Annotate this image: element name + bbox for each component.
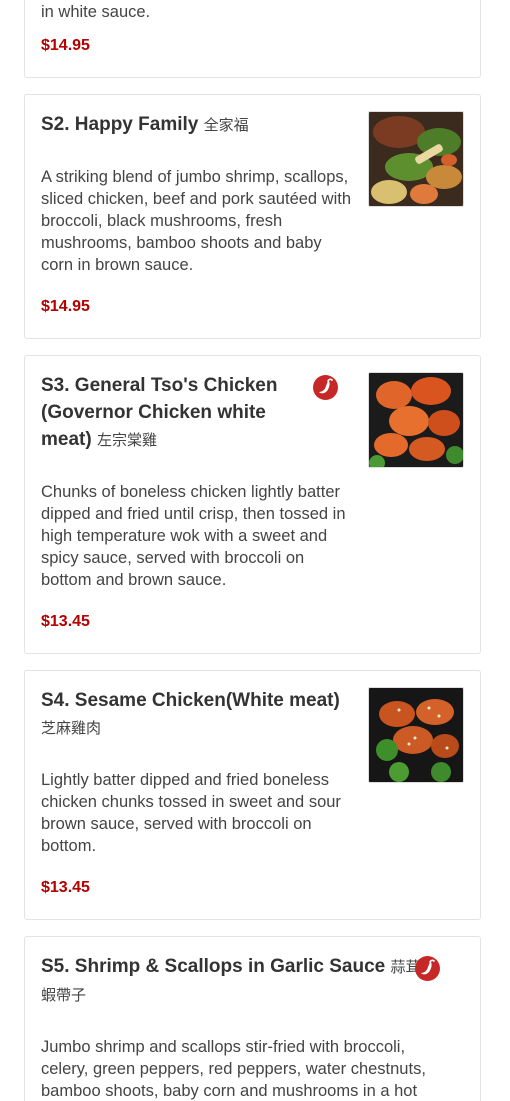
menu-item-price: $14.95 xyxy=(41,298,90,315)
menu-item-description: Chunks of boneless chicken lightly batte… xyxy=(41,483,346,589)
menu-item-card[interactable]: S2. Happy Family 全家福 A striking blend of… xyxy=(24,94,481,339)
menu-item-title: S3. General Tso's Chicken (Governor Chic… xyxy=(41,372,303,454)
menu-item-description: Jumbo shrimp and scallops stir-fried wit… xyxy=(41,1038,426,1100)
menu-item-title: S2. Happy Family 全家福 xyxy=(41,111,303,139)
menu-item-description: Lightly batter dipped and fried boneless… xyxy=(41,771,341,855)
menu-item-chinese-name: 全家福 xyxy=(203,117,249,134)
menu-item-title: S4. Sesame Chicken(White meat) 芝麻雞肉 xyxy=(41,687,341,742)
menu-item-title: S5. Shrimp & Scallops in Garlic Sauce 蒜茸… xyxy=(41,953,421,1009)
menu-item-description: A striking blend of jumbo shrimp, scallo… xyxy=(41,168,352,274)
menu-item-description: in white sauce. xyxy=(41,3,151,21)
menu-item-card[interactable]: S5. Shrimp & Scallops in Garlic Sauce 蒜茸… xyxy=(24,936,481,1101)
menu-item-photo[interactable] xyxy=(368,687,464,783)
menu-item-price: $13.45 xyxy=(41,613,90,630)
menu-item-name: S5. Shrimp & Scallops in Garlic Sauce xyxy=(41,956,386,977)
menu-item-photo[interactable] xyxy=(368,111,464,207)
menu-item-name: S4. Sesame Chicken(White meat) xyxy=(41,690,340,711)
menu-item-name: S3. General Tso's Chicken (Governor Chic… xyxy=(41,375,278,450)
menu-item-chinese-name: 左宗棠雞 xyxy=(96,432,157,449)
menu-list: in white sauce. $14.95 S2. Happy Family … xyxy=(24,0,481,1101)
menu-item-card[interactable]: S4. Sesame Chicken(White meat) 芝麻雞肉 Ligh… xyxy=(24,670,481,920)
menu-item-price: $13.45 xyxy=(41,879,90,896)
chili-pepper-icon xyxy=(313,375,338,400)
menu-item-photo[interactable] xyxy=(368,372,464,468)
menu-item-price: $14.95 xyxy=(41,37,90,54)
menu-item-name: S2. Happy Family xyxy=(41,114,199,135)
menu-item-card[interactable]: in white sauce. $14.95 xyxy=(24,0,481,78)
menu-item-card[interactable]: S3. General Tso's Chicken (Governor Chic… xyxy=(24,355,481,654)
menu-item-chinese-name: 芝麻雞肉 xyxy=(41,720,102,737)
chili-pepper-icon xyxy=(415,956,440,981)
